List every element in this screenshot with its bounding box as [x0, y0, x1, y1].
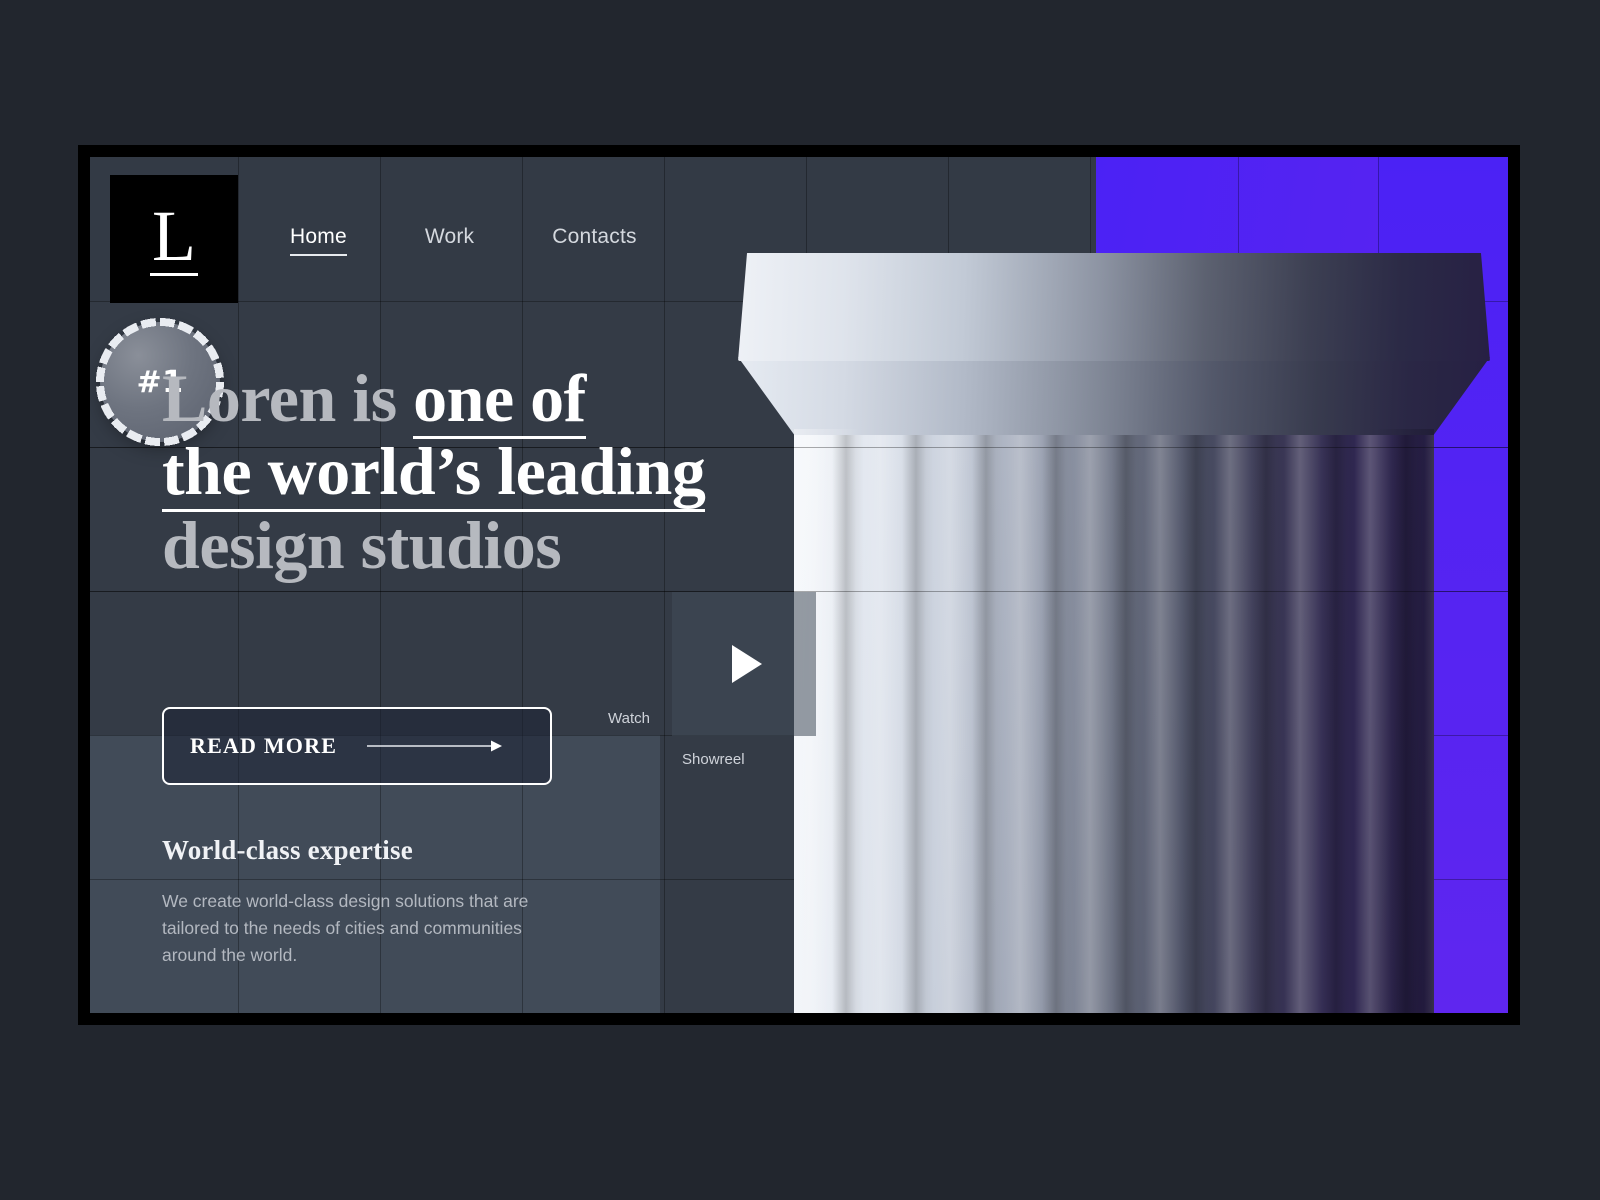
play-icon — [732, 645, 762, 683]
page-root: #1 L Home Work Contacts Loren is one of … — [0, 0, 1600, 1200]
headline-emphasis-2: the world’s leading — [162, 433, 706, 513]
nav-links: Home Work Contacts — [290, 225, 637, 256]
browser-frame: #1 L Home Work Contacts Loren is one of … — [78, 145, 1520, 1025]
showreel-label[interactable]: Showreel — [682, 751, 745, 768]
read-more-button[interactable]: READ MORE — [162, 707, 552, 785]
brand-logo-letter: L — [150, 196, 198, 277]
column-collar — [738, 357, 1490, 435]
play-showreel-button[interactable] — [672, 592, 816, 736]
headline-line3-plain: design studios — [162, 506, 562, 583]
nav-item-home[interactable]: Home — [290, 225, 347, 256]
expertise-block: World-class expertise We create world-cl… — [162, 835, 592, 969]
column-shaft — [794, 429, 1434, 1013]
hero-screen: #1 L Home Work Contacts Loren is one of … — [90, 157, 1508, 1013]
read-more-label: READ MORE — [190, 733, 338, 758]
nav-item-contacts[interactable]: Contacts — [552, 225, 636, 254]
top-navigation: L Home Work Contacts — [90, 157, 1508, 303]
hero-headline: Loren is one of the world’s leading desi… — [162, 360, 822, 583]
expertise-title: World-class expertise — [162, 835, 413, 865]
column-illustration — [730, 245, 1508, 1013]
arrow-right-icon — [367, 739, 524, 753]
brand-logo[interactable]: L — [110, 175, 238, 303]
headline-line1-plain: Loren is — [162, 360, 414, 436]
headline-emphasis-1: one of — [413, 360, 586, 439]
nav-item-work[interactable]: Work — [425, 225, 474, 254]
watch-label[interactable]: Watch — [540, 710, 650, 727]
expertise-body: We create world-class design solutions t… — [162, 891, 529, 966]
